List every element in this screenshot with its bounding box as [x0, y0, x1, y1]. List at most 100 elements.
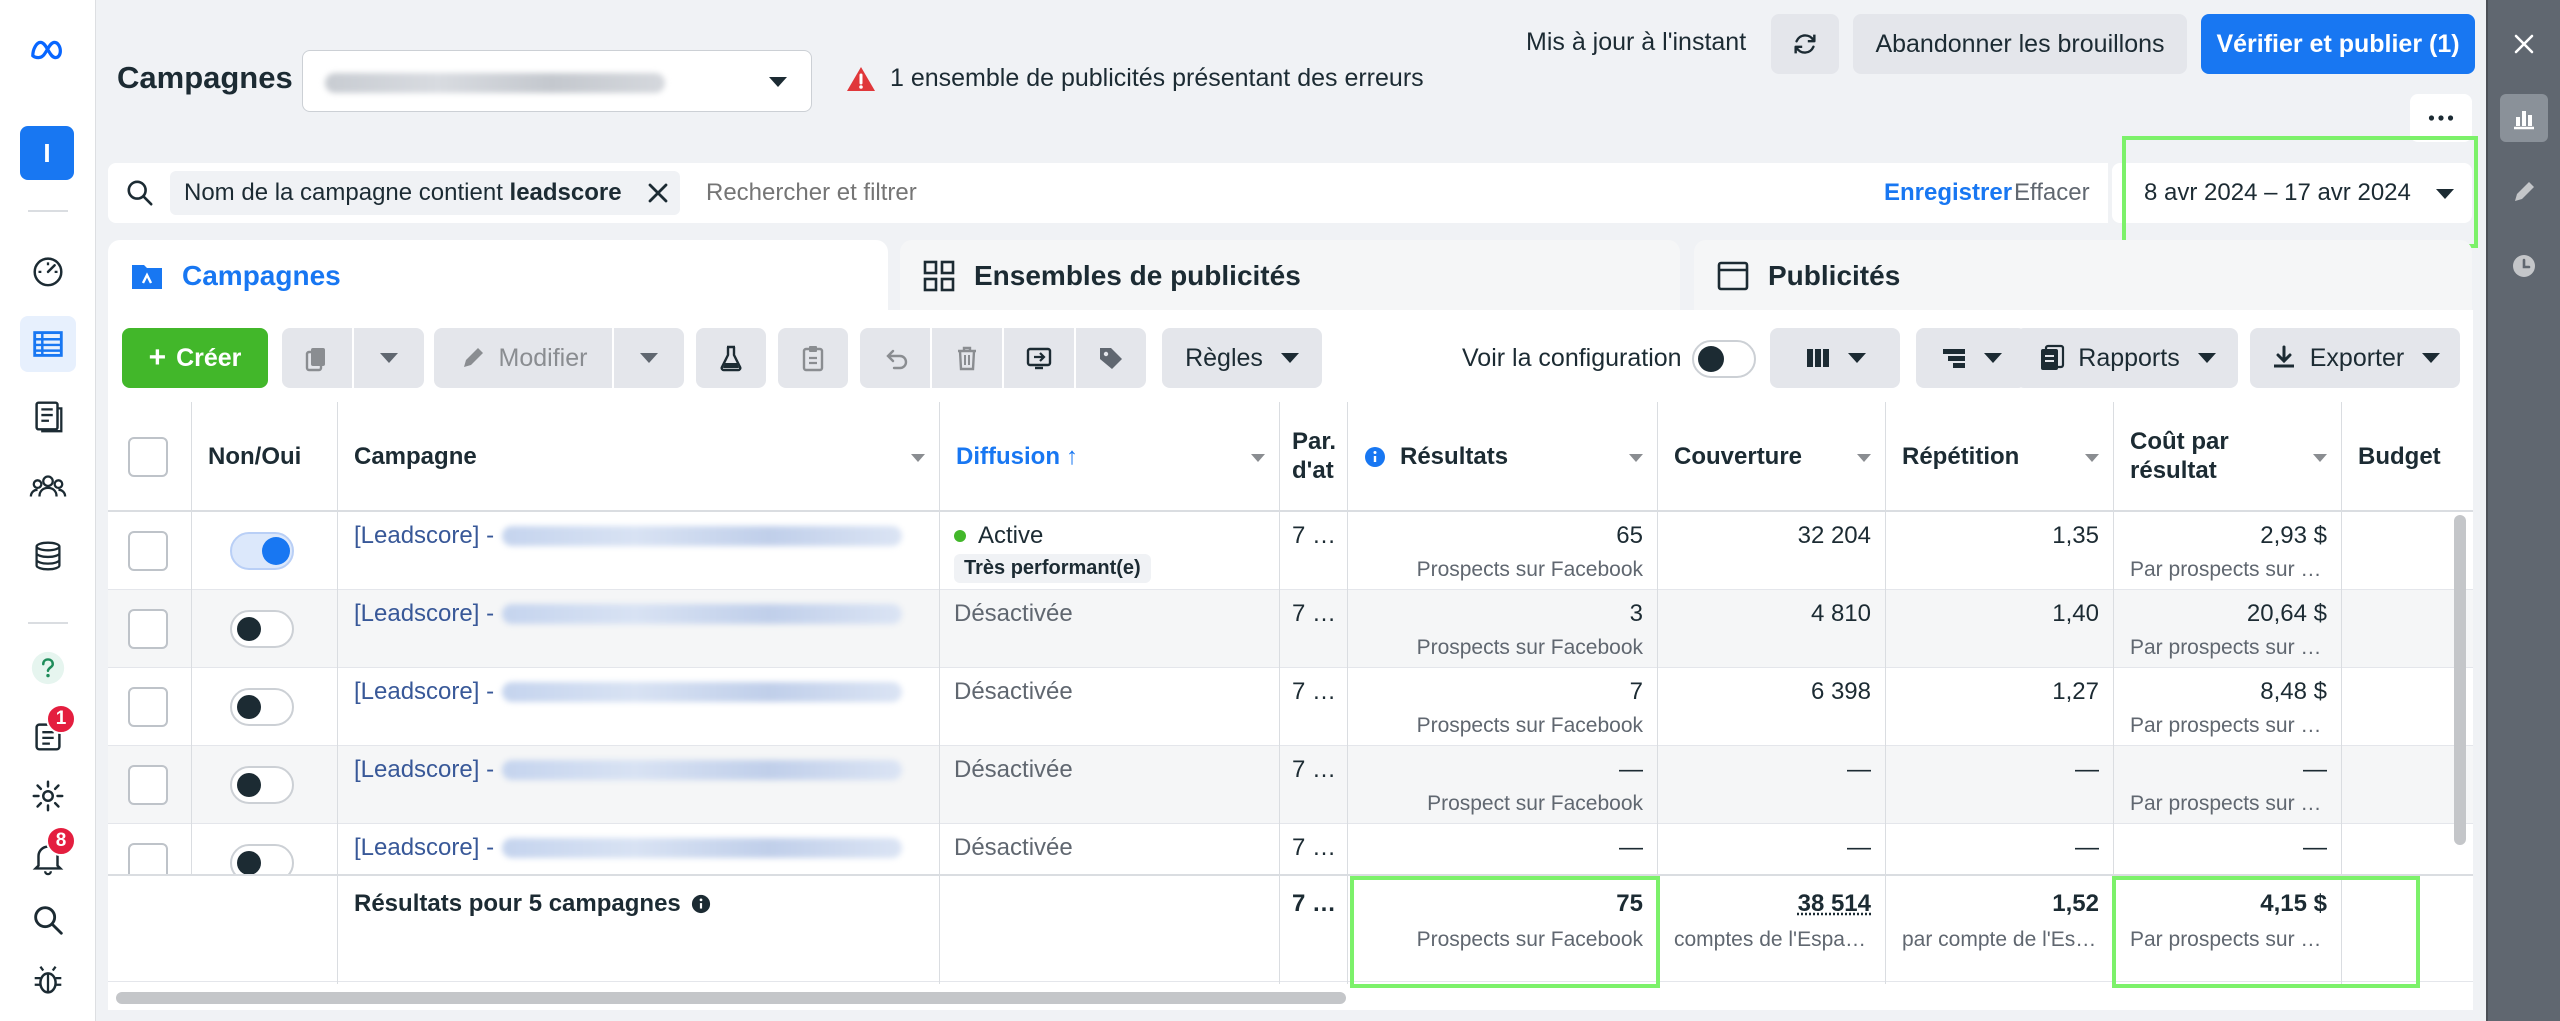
- row-checkbox[interactable]: [128, 609, 168, 649]
- close-icon[interactable]: [2500, 20, 2548, 68]
- tab-ad-sets[interactable]: Ensembles de publicités: [900, 240, 1680, 312]
- bug-report-icon[interactable]: [20, 952, 76, 1008]
- chart-icon[interactable]: [2500, 94, 2548, 142]
- campaign-name-link[interactable]: [Leadscore] -: [354, 600, 903, 628]
- info-icon[interactable]: [1364, 446, 1386, 468]
- duplicate-icon: [305, 348, 325, 372]
- undo-button[interactable]: [860, 328, 930, 388]
- more-options-button[interactable]: [2410, 94, 2472, 142]
- review-publish-button[interactable]: Vérifier et publier (1): [2201, 14, 2475, 74]
- delivery-status-text: Désactivée: [954, 756, 1073, 783]
- rules-button[interactable]: Règles: [1162, 328, 1322, 388]
- header-campaign[interactable]: Campagne: [338, 402, 940, 512]
- filter-chip[interactable]: Nom de la campagne contient leadscore: [170, 171, 680, 215]
- save-filter-link[interactable]: Enregistrer: [1884, 179, 2012, 207]
- campaign-toggle[interactable]: [230, 688, 294, 726]
- grid-adsets-icon: [923, 260, 955, 292]
- help-icon[interactable]: [20, 640, 76, 696]
- campaign-name-link[interactable]: [Leadscore] -: [354, 678, 903, 706]
- attribution-value: 7 …: [1292, 756, 1337, 783]
- header-reach[interactable]: Couverture: [1658, 402, 1886, 512]
- select-cell: [108, 590, 192, 668]
- reports-button[interactable]: Rapports: [2016, 328, 2238, 388]
- view-config-toggle[interactable]: [1692, 340, 1756, 378]
- header-frequency-label: Répétition: [1902, 442, 2020, 470]
- totals-attribution: 7 …: [1292, 890, 1337, 917]
- campaign-name-link[interactable]: [Leadscore] -: [354, 756, 903, 784]
- results-subtext: Prospects sur Facebook: [1416, 636, 1643, 659]
- ab-test-button[interactable]: [696, 328, 766, 388]
- reach-value: 4 810: [1810, 600, 1871, 627]
- row-checkbox[interactable]: [128, 687, 168, 727]
- info-icon[interactable]: [691, 894, 711, 914]
- pencil-icon[interactable]: [2500, 168, 2548, 216]
- tag-button[interactable]: [1076, 328, 1146, 388]
- search-input[interactable]: [706, 175, 1706, 211]
- account-avatar[interactable]: I: [20, 126, 74, 180]
- header-diffusion[interactable]: Diffusion ↑: [940, 402, 1280, 512]
- reach-cell: 6 398: [1658, 668, 1886, 746]
- export-button[interactable]: Exporter: [2250, 328, 2460, 388]
- date-range-picker[interactable]: 8 avr 2024 – 17 avr 2024: [2112, 163, 2472, 223]
- campaign-toggle[interactable]: [230, 532, 294, 570]
- campaign-name-link[interactable]: [Leadscore] -: [354, 522, 903, 550]
- columns-button[interactable]: [1770, 328, 1900, 388]
- header-diffusion-text: Diffusion: [956, 442, 1060, 470]
- tab-campaigns[interactable]: Campagnes: [108, 240, 888, 312]
- header-onoff[interactable]: Non/Oui: [192, 402, 338, 512]
- create-button[interactable]: + Créer: [122, 328, 268, 388]
- clear-filter-link[interactable]: Effacer: [2014, 179, 2090, 207]
- delete-button[interactable]: [932, 328, 1002, 388]
- breakdown-button[interactable]: [1916, 328, 2026, 388]
- frequency-cell: 1,35: [1886, 512, 2114, 590]
- ads-manager-table-icon[interactable]: [20, 316, 76, 372]
- close-icon[interactable]: [646, 181, 670, 205]
- tab-ads[interactable]: Publicités: [1694, 240, 2472, 312]
- campaign-name-redacted: [502, 760, 903, 780]
- attribution-cell: 7 …: [1280, 824, 1348, 876]
- row-checkbox[interactable]: [128, 531, 168, 571]
- totals-reach[interactable]: 38 514: [1798, 890, 1871, 918]
- history-clock-icon[interactable]: [2500, 242, 2548, 290]
- header-frequency[interactable]: Répétition: [1886, 402, 2114, 512]
- clipboard-button[interactable]: [778, 328, 848, 388]
- export-draft-button[interactable]: [1004, 328, 1074, 388]
- dashboard-icon[interactable]: [20, 242, 76, 298]
- totals-spacer: [108, 876, 338, 984]
- ad-account-select[interactable]: [302, 50, 812, 112]
- header-results[interactable]: Résultats: [1348, 402, 1658, 512]
- totals-label-cell: Résultats pour 5 campagnes: [338, 876, 940, 984]
- frequency-value: —: [2075, 756, 2099, 783]
- campaign-name-link[interactable]: [Leadscore] -: [354, 834, 903, 862]
- frequency-value: 1,27: [2052, 678, 2099, 705]
- notifications-list-icon[interactable]: 1: [20, 704, 76, 764]
- edit-button[interactable]: Modifier: [434, 328, 612, 388]
- refresh-button[interactable]: [1771, 14, 1839, 74]
- error-notice[interactable]: 1 ensemble de publicités présentant des …: [846, 64, 1424, 93]
- audiences-icon[interactable]: [20, 458, 76, 514]
- search-icon[interactable]: [20, 892, 76, 948]
- pages-icon[interactable]: [20, 388, 76, 444]
- totals-cost-cell: 4,15 $ Par prospects sur F…: [2114, 876, 2342, 984]
- header-attribution[interactable]: Par. d'at: [1280, 402, 1348, 512]
- database-icon[interactable]: [20, 528, 76, 584]
- duplicate-button[interactable]: [282, 328, 352, 388]
- totals-reach-sub: comptes de l'Espac…: [1674, 928, 1874, 951]
- header-select-all[interactable]: [108, 402, 192, 512]
- settings-gear-icon[interactable]: [20, 768, 76, 824]
- meta-logo-icon[interactable]: [20, 22, 76, 78]
- select-all-checkbox[interactable]: [128, 437, 168, 477]
- horizontal-scrollbar[interactable]: [116, 992, 1346, 1004]
- campaign-toggle[interactable]: [230, 766, 294, 804]
- bell-icon[interactable]: 8: [20, 826, 76, 886]
- search-filter-bar[interactable]: Nom de la campagne contient leadscore En…: [108, 163, 2108, 223]
- row-checkbox[interactable]: [128, 765, 168, 805]
- duplicate-dropdown[interactable]: [354, 328, 424, 388]
- discard-drafts-button[interactable]: Abandonner les brouillons: [1853, 14, 2187, 74]
- vertical-scrollbar[interactable]: [2454, 515, 2466, 845]
- campaign-toggle[interactable]: [230, 610, 294, 648]
- header-budget[interactable]: Budget: [2342, 402, 2473, 512]
- header-cost-per-result[interactable]: Coût par résultat: [2114, 402, 2342, 512]
- totals-cost-sub: Par prospects sur F…: [2130, 928, 2330, 951]
- edit-dropdown[interactable]: [614, 328, 684, 388]
